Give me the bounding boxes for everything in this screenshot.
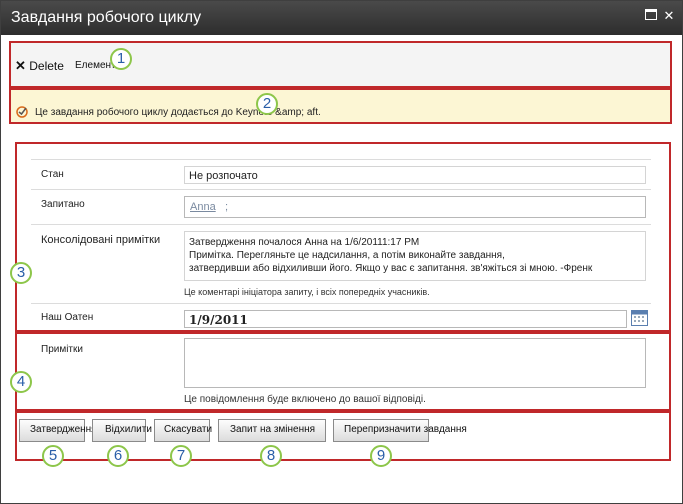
row-divider — [31, 303, 651, 304]
callout-1: 1 — [110, 48, 132, 70]
comments-line: Затвердження почалося Анна на 1/6/20111:… — [189, 237, 420, 248]
due-date-label: Наш Оатен — [41, 312, 94, 323]
callout-9: 9 — [370, 445, 392, 467]
dialog-title: Завдання робочого циклу — [11, 9, 202, 26]
title-bar: Завдання робочого циклу ✕ — [1, 1, 682, 35]
due-date-field[interactable]: 1/9/2011 — [184, 310, 627, 328]
requested-separator: ; — [225, 201, 229, 213]
row-divider — [31, 159, 651, 160]
requested-label: Запитано — [41, 199, 85, 210]
notes-hint: Це повідомлення буде включено до вашої в… — [184, 394, 426, 405]
due-date-value: 1/9/2011 — [189, 313, 248, 327]
callout-3: 3 — [10, 262, 32, 284]
request-change-button[interactable]: Запит на змінення — [218, 419, 326, 442]
row-divider — [31, 189, 651, 190]
callout-6: 6 — [107, 445, 129, 467]
notes-label: Примітки — [41, 344, 83, 355]
callout-box-2 — [9, 88, 672, 124]
status-value: Не розпочато — [189, 170, 258, 182]
consolidated-comments-box: Затвердження почалося Анна на 1/6/20111:… — [184, 231, 646, 281]
callout-4: 4 — [10, 371, 32, 393]
maximize-icon[interactable] — [644, 9, 658, 22]
requested-user-link[interactable]: Anna — [190, 201, 216, 213]
callout-7: 7 — [170, 445, 192, 467]
approve-button[interactable]: Затвердження — [19, 419, 97, 442]
close-icon[interactable]: ✕ — [662, 9, 676, 22]
reject-button[interactable]: Відхилити — [92, 419, 152, 442]
status-field: Не розпочато — [184, 166, 646, 184]
status-label: Стан — [41, 169, 64, 180]
cancel-button[interactable]: Скасувати — [154, 419, 212, 442]
calendar-icon[interactable] — [631, 310, 648, 331]
comments-line: Примітка. Перегляньте це надсилання, а п… — [189, 250, 505, 261]
comments-line: затвердивши або відхиливши його. Якщо у … — [189, 263, 593, 274]
callout-8: 8 — [260, 445, 282, 467]
workflow-task-dialog: Завдання робочого циклу ✕ ✕ Delete Елеме… — [0, 0, 683, 504]
row-divider — [31, 224, 651, 225]
comments-label: Консолідовані примітки — [41, 234, 161, 246]
callout-box-1 — [9, 41, 672, 88]
callout-5: 5 — [42, 445, 64, 467]
comments-hint: Це коментарі ініціатора запиту, і всіх п… — [184, 287, 430, 297]
requested-by-field[interactable]: Anna ; — [184, 196, 646, 218]
reassign-task-button[interactable]: Перепризначити завдання — [333, 419, 467, 442]
notes-textarea[interactable] — [184, 338, 646, 388]
callout-2: 2 — [256, 93, 278, 115]
